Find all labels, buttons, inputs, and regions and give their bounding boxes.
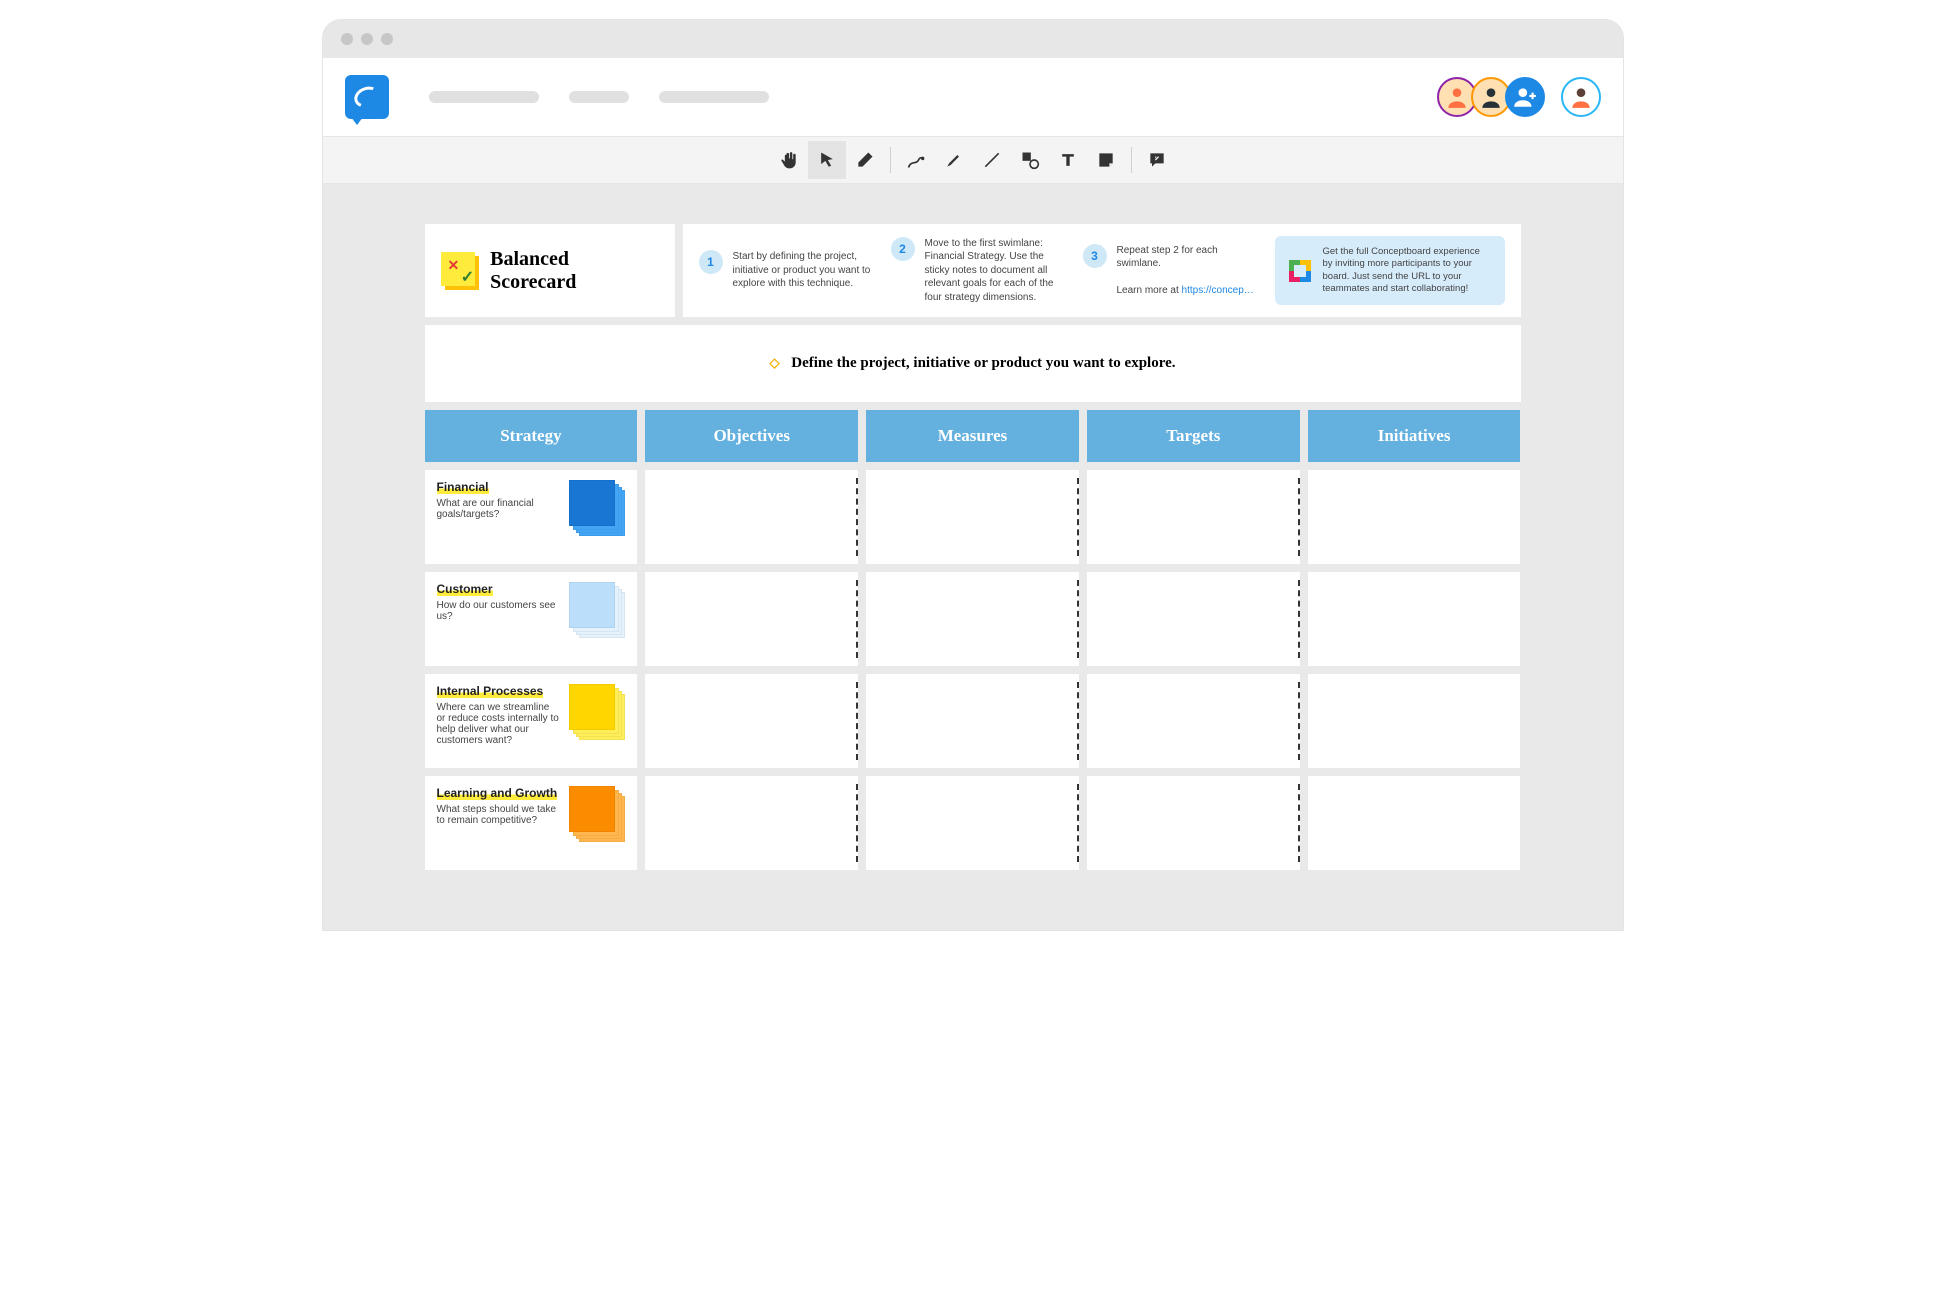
sticky-note-stack[interactable] (569, 582, 625, 638)
template-title-card: ✕✓ Balanced Scorecard (425, 224, 675, 317)
grid-cell[interactable] (1087, 572, 1300, 666)
column-headers: Strategy Objectives Measures Targets Ini… (425, 410, 1521, 462)
grid-cell[interactable] (1308, 776, 1521, 870)
tool-marker[interactable] (935, 141, 973, 179)
tool-shape[interactable] (1011, 141, 1049, 179)
promo-text: Get the full Conceptboard experience by … (1323, 246, 1491, 295)
sticky-note-stack[interactable] (569, 480, 625, 536)
swimlane-desc: What are our financial goals/targets? (437, 498, 534, 520)
header-right (1445, 77, 1601, 117)
tool-comment[interactable] (1138, 141, 1176, 179)
column-header-initiatives: Initiatives (1308, 410, 1521, 462)
strategy-cell[interactable]: Internal Processes Where can we streamli… (425, 674, 638, 768)
column-header-targets: Targets (1087, 410, 1300, 462)
grid-cell[interactable] (645, 470, 858, 564)
swimlane-desc: Where can we streamline or reduce costs … (437, 702, 559, 746)
tool-line[interactable] (973, 141, 1011, 179)
grid-cell[interactable] (866, 572, 1079, 666)
step-text: Start by defining the project, initiativ… (733, 250, 873, 291)
diamond-icon: ◇ (769, 355, 779, 370)
window-dot (361, 33, 373, 45)
swimlane-title: Financial (437, 480, 489, 494)
define-prompt-card[interactable]: ◇ Define the project, initiative or prod… (425, 325, 1521, 402)
step-text: Move to the first swimlane: Financial St… (925, 237, 1065, 305)
step-number: 2 (891, 237, 915, 261)
column-header-objectives: Objectives (645, 410, 858, 462)
template-title-icon: ✕✓ (441, 252, 479, 290)
swimlane-title: Customer (437, 582, 493, 596)
app-header (323, 58, 1623, 136)
window-dot (381, 33, 393, 45)
grid-cell[interactable] (1087, 776, 1300, 870)
grid-cell[interactable] (1087, 674, 1300, 768)
app-logo[interactable] (345, 75, 389, 119)
tool-select[interactable] (808, 141, 846, 179)
swimlane-row: Internal Processes Where can we streamli… (425, 674, 1521, 768)
browser-chrome (323, 20, 1623, 58)
swimlane-row: Financial What are our financial goals/t… (425, 470, 1521, 564)
grid-cell[interactable] (866, 470, 1079, 564)
strategy-cell[interactable]: Learning and Growth What steps should we… (425, 776, 638, 870)
canvas[interactable]: ✕✓ Balanced Scorecard 1 Start by definin… (323, 184, 1623, 930)
swimlane-row: Customer How do our customers see us? (425, 572, 1521, 666)
tool-eraser[interactable] (846, 141, 884, 179)
toolbar (323, 136, 1623, 184)
template-title: Balanced Scorecard (490, 248, 658, 294)
strategy-cell[interactable]: Financial What are our financial goals/t… (425, 470, 638, 564)
breadcrumb-placeholder (429, 91, 769, 103)
avatar-add-user[interactable] (1505, 77, 1545, 117)
define-prompt-text: Define the project, initiative or produc… (791, 355, 1175, 371)
tool-text[interactable] (1049, 141, 1087, 179)
avatar-current-user[interactable] (1561, 77, 1601, 117)
grid-cell[interactable] (1308, 470, 1521, 564)
conceptboard-icon (1289, 260, 1311, 282)
sticky-note-stack[interactable] (569, 786, 625, 842)
grid-cell[interactable] (866, 674, 1079, 768)
toolbar-separator (1131, 147, 1132, 173)
swimlane-title: Internal Processes (437, 684, 544, 698)
step-number: 3 (1083, 244, 1107, 268)
strategy-cell[interactable]: Customer How do our customers see us? (425, 572, 638, 666)
tool-draw[interactable] (897, 141, 935, 179)
grid-cell[interactable] (1308, 572, 1521, 666)
sticky-note-stack[interactable] (569, 684, 625, 740)
step-text: Repeat step 2 for each swimlane. Learn m… (1117, 244, 1257, 298)
browser-frame: ✕✓ Balanced Scorecard 1 Start by definin… (323, 20, 1623, 930)
template-header-row: ✕✓ Balanced Scorecard 1 Start by definin… (425, 224, 1521, 317)
grid-cell[interactable] (1308, 674, 1521, 768)
grid-cell[interactable] (645, 776, 858, 870)
learn-more-link[interactable]: https://concep… (1182, 285, 1254, 296)
instructions-card: 1 Start by defining the project, initiat… (683, 224, 1521, 317)
column-header-measures: Measures (866, 410, 1079, 462)
toolbar-separator (890, 147, 891, 173)
instruction-step-1: 1 Start by defining the project, initiat… (699, 250, 873, 291)
grid-cell[interactable] (1087, 470, 1300, 564)
swimlane-desc: How do our customers see us? (437, 600, 556, 622)
tool-hand[interactable] (770, 141, 808, 179)
swimlane-row: Learning and Growth What steps should we… (425, 776, 1521, 870)
swimlane-rows: Financial What are our financial goals/t… (425, 470, 1521, 870)
step-number: 1 (699, 250, 723, 274)
tool-note[interactable] (1087, 141, 1125, 179)
swimlane-title: Learning and Growth (437, 786, 558, 800)
grid-cell[interactable] (645, 674, 858, 768)
promo-banner: Get the full Conceptboard experience by … (1275, 236, 1505, 305)
instruction-step-3: 3 Repeat step 2 for each swimlane. Learn… (1083, 244, 1257, 298)
grid-cell[interactable] (645, 572, 858, 666)
swimlane-desc: What steps should we take to remain comp… (437, 804, 557, 826)
window-dot (341, 33, 353, 45)
instruction-step-2: 2 Move to the first swimlane: Financial … (891, 237, 1065, 305)
column-header-strategy: Strategy (425, 410, 638, 462)
grid-cell[interactable] (866, 776, 1079, 870)
